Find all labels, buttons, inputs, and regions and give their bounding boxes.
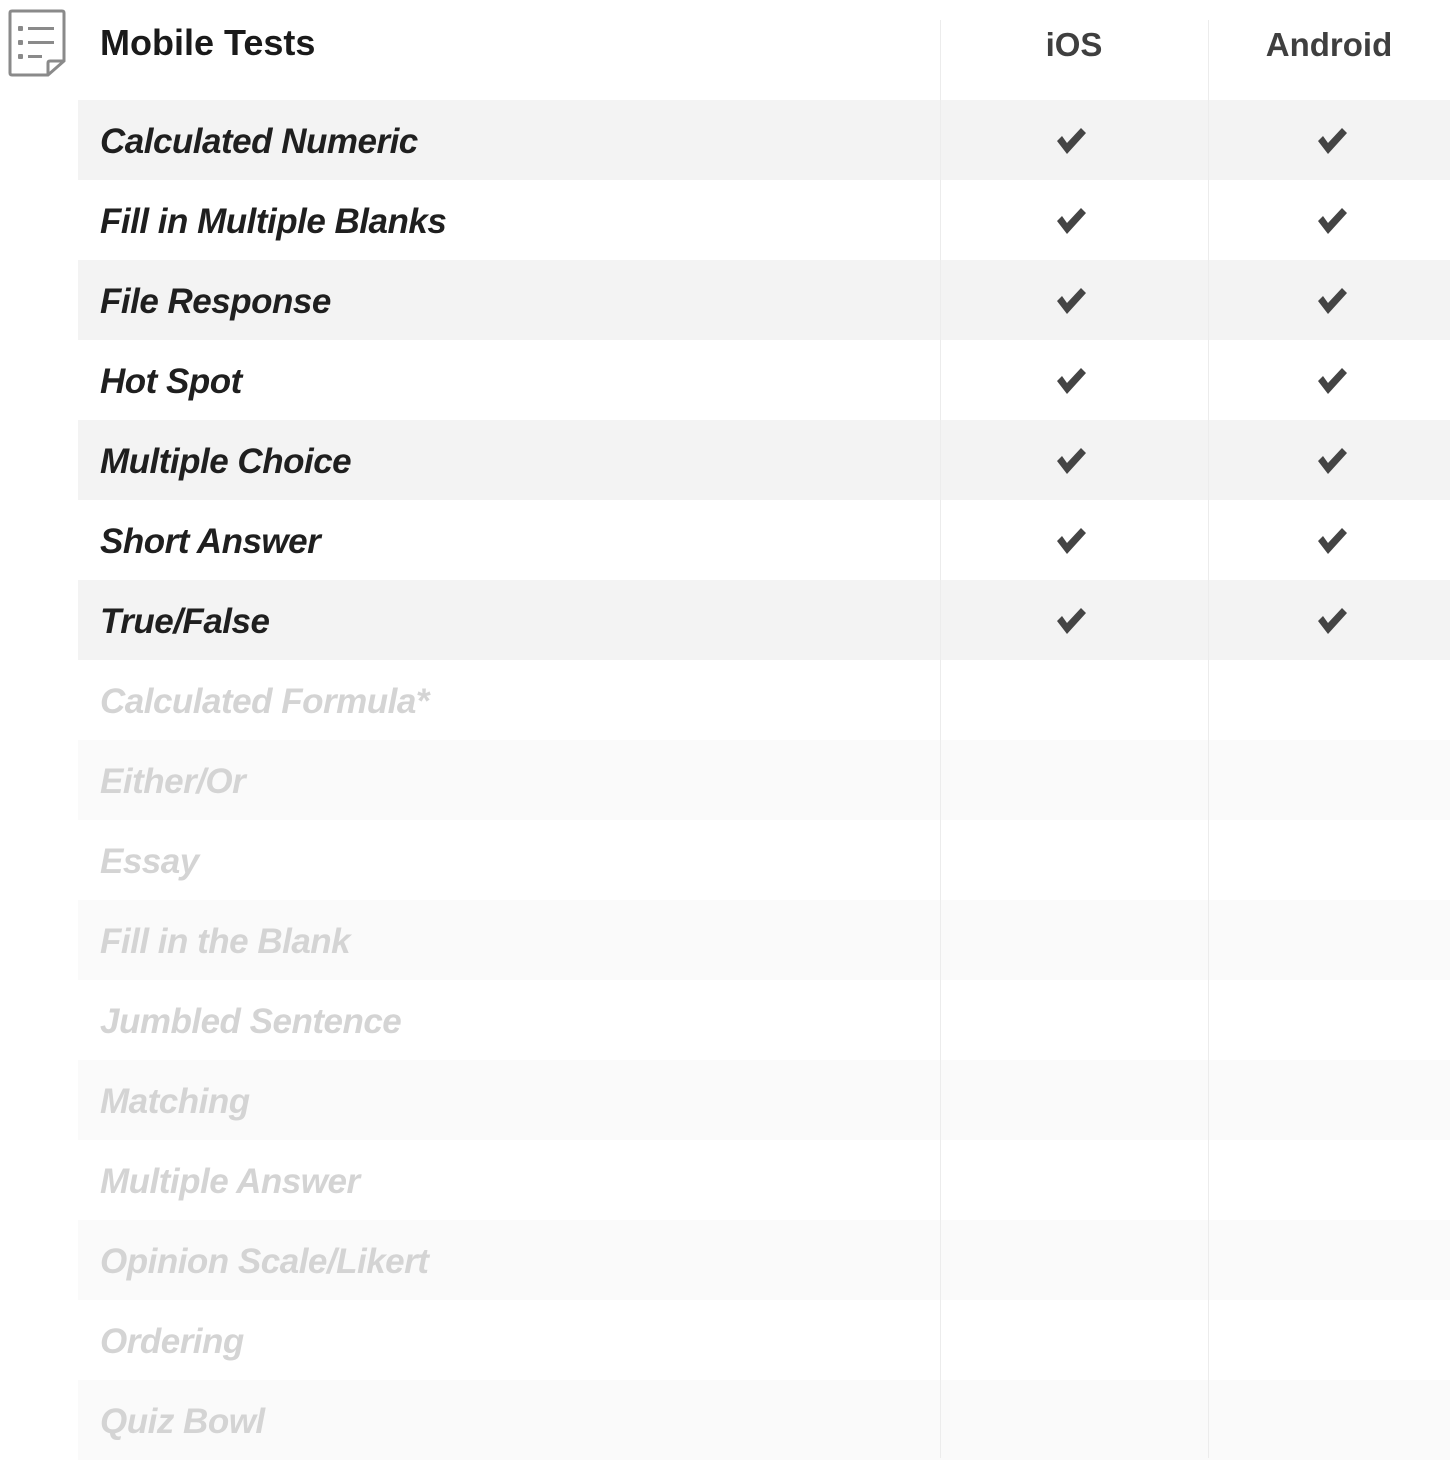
column-header-android: Android — [1265, 26, 1393, 63]
row-label: Multiple Choice — [100, 442, 352, 481]
table-row: Jumbled Sentence — [78, 980, 1450, 1060]
table-row: Multiple Answer — [78, 1140, 1450, 1220]
table-row: Ordering — [78, 1300, 1450, 1380]
row-label: Fill in the Blank — [100, 922, 351, 961]
row-label: Matching — [100, 1082, 250, 1121]
table-row: Matching — [78, 1060, 1450, 1140]
table-row: Fill in the Blank — [78, 900, 1450, 980]
table-row: Either/Or — [78, 740, 1450, 820]
table-row: Fill in Multiple Blanks — [78, 180, 1450, 260]
row-label: File Response — [100, 282, 331, 321]
checkmark-icon — [1315, 524, 1349, 558]
checkmark-icon — [1315, 284, 1349, 318]
row-label: Fill in Multiple Blanks — [100, 202, 447, 241]
row-label: Ordering — [100, 1322, 244, 1361]
row-label: Short Answer — [100, 522, 321, 561]
page-title: Mobile Tests — [100, 22, 316, 63]
row-label: Hot Spot — [100, 362, 242, 401]
table-row: Multiple Choice — [78, 420, 1450, 500]
checkmark-icon — [1054, 444, 1088, 478]
table-row: Calculated Formula* — [78, 660, 1450, 740]
checkmark-icon — [1054, 604, 1088, 638]
checkmark-icon — [1054, 284, 1088, 318]
checkmark-icon — [1054, 124, 1088, 158]
table-row: True/False — [78, 580, 1450, 660]
row-label: Calculated Formula* — [100, 682, 429, 721]
checkmark-icon — [1054, 204, 1088, 238]
table-row: Essay — [78, 820, 1450, 900]
row-label: Opinion Scale/Likert — [100, 1242, 429, 1281]
checkmark-icon — [1315, 364, 1349, 398]
row-label: Jumbled Sentence — [100, 1002, 402, 1041]
test-type-table: Calculated Numeric Fill in Multiple Blank… — [78, 100, 1450, 1460]
row-label: Either/Or — [100, 762, 246, 801]
row-label: Calculated Numeric — [100, 122, 418, 161]
checkmark-icon — [1315, 204, 1349, 238]
checkmark-icon — [1315, 604, 1349, 638]
checkmark-icon — [1315, 444, 1349, 478]
table-row: Calculated Numeric — [78, 100, 1450, 180]
row-label: Quiz Bowl — [100, 1402, 265, 1441]
table-header: Mobile Tests iOS Android — [0, 0, 1450, 100]
row-label: Essay — [100, 842, 199, 881]
table-row: Opinion Scale/Likert — [78, 1220, 1450, 1300]
checkmark-icon — [1054, 524, 1088, 558]
table-row: Short Answer — [78, 500, 1450, 580]
checkmark-icon — [1315, 124, 1349, 158]
table-row: Hot Spot — [78, 340, 1450, 420]
column-divider — [1208, 20, 1209, 1458]
column-header-ios: iOS — [1045, 26, 1103, 63]
row-label: Multiple Answer — [100, 1162, 360, 1201]
column-divider — [940, 20, 941, 1458]
row-label: True/False — [100, 602, 270, 641]
table-row: File Response — [78, 260, 1450, 340]
checkmark-icon — [1054, 364, 1088, 398]
table-row: Quiz Bowl — [78, 1380, 1450, 1460]
